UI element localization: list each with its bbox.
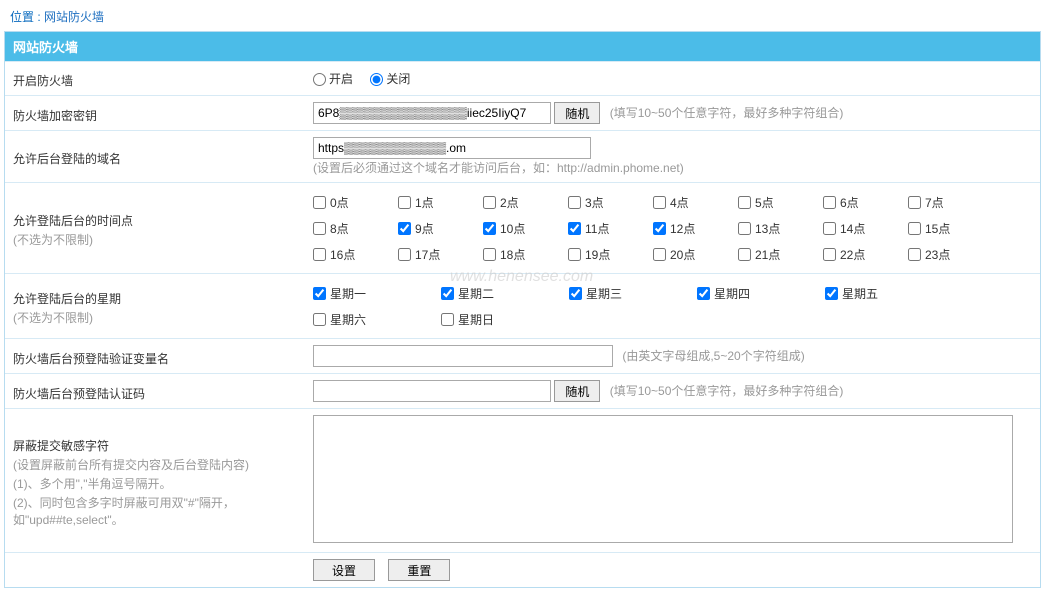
label-domain: 允许后台登陆的域名 xyxy=(5,131,305,183)
hour-check-20[interactable] xyxy=(653,248,666,261)
hour-check-14[interactable] xyxy=(823,222,836,235)
week-check-0[interactable] xyxy=(313,287,326,300)
hour-9[interactable]: 9点 xyxy=(398,215,483,241)
hint-passcode: (填写10~50个任意字符，最好多种字符组合) xyxy=(610,384,844,398)
hour-2[interactable]: 2点 xyxy=(483,189,568,215)
week-4[interactable]: 星期五 xyxy=(825,280,953,306)
hour-check-2[interactable] xyxy=(483,196,496,209)
random-passcode-button[interactable]: 随机 xyxy=(554,380,600,402)
hour-5[interactable]: 5点 xyxy=(738,189,823,215)
hour-6[interactable]: 6点 xyxy=(823,189,908,215)
breadcrumb-link[interactable]: 网站防火墙 xyxy=(44,10,104,24)
hour-check-23[interactable] xyxy=(908,248,921,261)
label-varname: 防火墙后台预登陆验证变量名 xyxy=(5,339,305,374)
hour-12[interactable]: 12点 xyxy=(653,215,738,241)
hour-13[interactable]: 13点 xyxy=(738,215,823,241)
hour-11[interactable]: 11点 xyxy=(568,215,653,241)
input-domain[interactable] xyxy=(313,137,591,159)
hour-check-3[interactable] xyxy=(568,196,581,209)
breadcrumb: 位置 : 网站防火墙 xyxy=(4,4,1041,29)
hour-check-5[interactable] xyxy=(738,196,751,209)
week-check-2[interactable] xyxy=(569,287,582,300)
week-check-6[interactable] xyxy=(441,313,454,326)
hint-varname: (由英文字母组成,5~20个字符组成) xyxy=(622,349,804,363)
hour-19[interactable]: 19点 xyxy=(568,241,653,267)
hour-14[interactable]: 14点 xyxy=(823,215,908,241)
textarea-filter[interactable] xyxy=(313,415,1013,543)
hour-16[interactable]: 16点 xyxy=(313,241,398,267)
hint-key: (填写10~50个任意字符，最好多种字符组合) xyxy=(610,106,844,120)
label-filter: 屏蔽提交敏感字符 (设置屏蔽前台所有提交内容及后台登陆内容) (1)、多个用",… xyxy=(5,409,305,553)
hour-check-13[interactable] xyxy=(738,222,751,235)
hour-check-22[interactable] xyxy=(823,248,836,261)
hour-check-1[interactable] xyxy=(398,196,411,209)
input-varname[interactable] xyxy=(313,345,613,367)
label-enable: 开启防火墙 xyxy=(5,62,305,96)
hour-check-7[interactable] xyxy=(908,196,921,209)
hour-21[interactable]: 21点 xyxy=(738,241,823,267)
breadcrumb-label: 位置 : xyxy=(10,10,41,24)
hour-17[interactable]: 17点 xyxy=(398,241,483,267)
week-3[interactable]: 星期四 xyxy=(697,280,825,306)
week-check-3[interactable] xyxy=(697,287,710,300)
input-key[interactable] xyxy=(313,102,551,124)
label-passcode: 防火墙后台预登陆认证码 xyxy=(5,374,305,409)
hour-8[interactable]: 8点 xyxy=(313,215,398,241)
reset-button[interactable]: 重置 xyxy=(388,559,450,581)
label-hours: 允许登陆后台的时间点 (不选为不限制) xyxy=(5,183,305,274)
hour-check-15[interactable] xyxy=(908,222,921,235)
hour-check-10[interactable] xyxy=(483,222,496,235)
hour-15[interactable]: 15点 xyxy=(908,215,993,241)
hour-18[interactable]: 18点 xyxy=(483,241,568,267)
label-weeks: 允许登陆后台的星期 (不选为不限制) xyxy=(5,274,305,339)
hour-check-21[interactable] xyxy=(738,248,751,261)
week-2[interactable]: 星期三 xyxy=(569,280,697,306)
hour-3[interactable]: 3点 xyxy=(568,189,653,215)
hour-0[interactable]: 0点 xyxy=(313,189,398,215)
hour-check-6[interactable] xyxy=(823,196,836,209)
hour-check-11[interactable] xyxy=(568,222,581,235)
hour-4[interactable]: 4点 xyxy=(653,189,738,215)
hours-grid: 0点1点2点3点4点5点6点7点 8点9点10点11点12点13点14点15点 16… xyxy=(313,189,1032,267)
hour-23[interactable]: 23点 xyxy=(908,241,993,267)
week-5[interactable]: 星期六 xyxy=(313,306,441,332)
hour-check-17[interactable] xyxy=(398,248,411,261)
submit-button[interactable]: 设置 xyxy=(313,559,375,581)
hour-check-18[interactable] xyxy=(483,248,496,261)
hour-check-16[interactable] xyxy=(313,248,326,261)
panel-title: 网站防火墙 xyxy=(5,32,1040,61)
label-key: 防火墙加密密钥 xyxy=(5,96,305,131)
hour-check-12[interactable] xyxy=(653,222,666,235)
week-check-1[interactable] xyxy=(441,287,454,300)
hour-1[interactable]: 1点 xyxy=(398,189,483,215)
week-check-4[interactable] xyxy=(825,287,838,300)
enable-radio-group: 开启 关闭 xyxy=(305,62,1040,96)
hour-check-19[interactable] xyxy=(568,248,581,261)
hour-check-8[interactable] xyxy=(313,222,326,235)
week-6[interactable]: 星期日 xyxy=(441,306,569,332)
radio-on[interactable] xyxy=(313,73,326,86)
input-passcode[interactable] xyxy=(313,380,551,402)
week-check-5[interactable] xyxy=(313,313,326,326)
radio-on-label[interactable]: 开启 xyxy=(313,72,353,86)
hour-check-9[interactable] xyxy=(398,222,411,235)
week-0[interactable]: 星期一 xyxy=(313,280,441,306)
week-1[interactable]: 星期二 xyxy=(441,280,569,306)
hint-domain: (设置后必须通过这个域名才能访问后台，如：http://admin.phome.… xyxy=(313,161,684,175)
hour-check-4[interactable] xyxy=(653,196,666,209)
random-key-button[interactable]: 随机 xyxy=(554,102,600,124)
hour-check-0[interactable] xyxy=(313,196,326,209)
radio-off[interactable] xyxy=(370,73,383,86)
hour-22[interactable]: 22点 xyxy=(823,241,908,267)
hour-7[interactable]: 7点 xyxy=(908,189,993,215)
weeks-grid: 星期一星期二星期三星期四星期五星期六星期日 xyxy=(313,280,1032,332)
radio-off-label[interactable]: 关闭 xyxy=(370,72,410,86)
hour-20[interactable]: 20点 xyxy=(653,241,738,267)
hour-10[interactable]: 10点 xyxy=(483,215,568,241)
firewall-panel: 网站防火墙 开启防火墙 开启 关闭 防火墙加密密钥 随机 (填写10~50个任意… xyxy=(4,31,1041,588)
